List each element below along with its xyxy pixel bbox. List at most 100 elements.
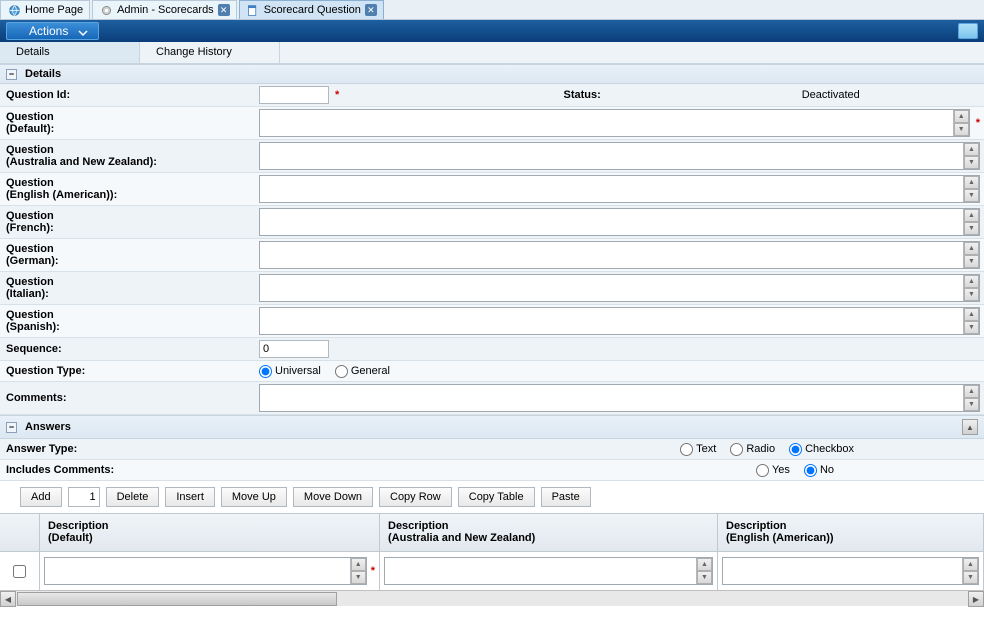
spin-up-icon[interactable]: ▲	[964, 308, 979, 321]
description-table: Description (Default) ▲▼ * Description (…	[0, 513, 984, 590]
gear-icon	[99, 3, 113, 17]
chevron-down-icon	[78, 27, 88, 41]
subtab-details[interactable]: Details	[0, 42, 140, 63]
scroll-thumb[interactable]	[17, 592, 337, 606]
spin-down-icon[interactable]: ▼	[964, 222, 979, 235]
label-answer-type: Answer Type:	[0, 439, 120, 459]
close-icon[interactable]: ✕	[218, 4, 230, 16]
row-checkbox[interactable]	[13, 565, 26, 578]
required-marker: *	[371, 565, 375, 577]
spin-up-icon[interactable]: ▲	[697, 558, 712, 571]
spin-down-icon[interactable]: ▼	[964, 288, 979, 301]
actions-label: Actions	[29, 24, 68, 38]
spin-up-icon[interactable]: ▲	[964, 209, 979, 222]
spin-up-icon[interactable]: ▲	[964, 242, 979, 255]
label-q-default: Question (Default):	[0, 107, 255, 139]
section-title: Details	[25, 68, 61, 80]
label-sequence: Sequence:	[0, 338, 255, 360]
label-q-en-us: Question (English (American)):	[0, 173, 255, 205]
document-icon	[246, 3, 260, 17]
add-button[interactable]: Add	[20, 487, 62, 507]
radio-qtype-universal[interactable]: Universal	[259, 365, 321, 378]
collapse-icon[interactable]: −	[6, 422, 17, 433]
col-header-en-us: Description (English (American))	[718, 514, 983, 552]
add-count-input[interactable]	[68, 487, 100, 507]
scroll-left-icon[interactable]: ◀	[0, 591, 16, 607]
row-q-en-us: Question (English (American)): ▲▼	[0, 173, 984, 206]
scroll-up-icon[interactable]: ▲	[962, 419, 978, 435]
radio-inc-yes[interactable]: Yes	[756, 464, 790, 477]
spin-up-icon[interactable]: ▲	[954, 110, 969, 123]
textarea-comments[interactable]: ▲▼	[259, 384, 980, 412]
label-includes-comments: Includes Comments:	[0, 460, 150, 480]
row-answer-type: Answer Type: Text Radio Checkbox	[0, 439, 984, 460]
panel-toggle[interactable]	[958, 23, 978, 39]
spin-down-icon[interactable]: ▼	[351, 571, 366, 584]
actions-menu-button[interactable]: Actions	[6, 22, 99, 40]
textarea-q-anz[interactable]: ▲▼	[259, 142, 980, 170]
tab-admin-scorecards[interactable]: Admin - Scorecards ✕	[92, 0, 237, 19]
row-q-default: Question (Default): ▲▼ *	[0, 107, 984, 140]
actions-bar: Actions	[0, 20, 984, 42]
movedown-button[interactable]: Move Down	[293, 487, 373, 507]
textarea-desc-default[interactable]: ▲▼	[44, 557, 367, 585]
radio-qtype-general[interactable]: General	[335, 365, 390, 378]
tab-label: Scorecard Question	[264, 4, 361, 16]
spin-up-icon[interactable]: ▲	[963, 558, 978, 571]
spin-down-icon[interactable]: ▼	[964, 156, 979, 169]
section-title: Answers	[25, 421, 71, 433]
row-sequence: Sequence:	[0, 338, 984, 361]
textarea-q-it[interactable]: ▲▼	[259, 274, 980, 302]
col-checkbox-header	[0, 514, 39, 552]
desc-toolbar: Add Delete Insert Move Up Move Down Copy…	[0, 481, 984, 513]
label-comments: Comments:	[0, 382, 255, 414]
row-question-id: Question Id: * Status: Deactivated	[0, 84, 984, 107]
paste-button[interactable]: Paste	[541, 487, 591, 507]
label-q-de: Question (German):	[0, 239, 255, 271]
insert-button[interactable]: Insert	[165, 487, 215, 507]
textarea-q-de[interactable]: ▲▼	[259, 241, 980, 269]
tab-home[interactable]: Home Page	[0, 0, 90, 19]
spin-down-icon[interactable]: ▼	[954, 123, 969, 136]
spin-up-icon[interactable]: ▲	[964, 275, 979, 288]
col-header-default: Description (Default)	[40, 514, 379, 552]
input-question-id[interactable]	[259, 86, 329, 104]
textarea-q-fr[interactable]: ▲▼	[259, 208, 980, 236]
radio-ans-text[interactable]: Text	[680, 443, 716, 456]
value-status: Deactivated	[678, 84, 984, 106]
row-q-it: Question (Italian): ▲▼	[0, 272, 984, 305]
spin-down-icon[interactable]: ▼	[697, 571, 712, 584]
globe-icon	[7, 3, 21, 17]
textarea-desc-en-us[interactable]: ▲▼	[722, 557, 979, 585]
radio-inc-no[interactable]: No	[804, 464, 834, 477]
spin-down-icon[interactable]: ▼	[964, 321, 979, 334]
spin-up-icon[interactable]: ▲	[351, 558, 366, 571]
moveup-button[interactable]: Move Up	[221, 487, 287, 507]
spin-down-icon[interactable]: ▼	[964, 255, 979, 268]
scroll-right-icon[interactable]: ▶	[968, 591, 984, 607]
spin-down-icon[interactable]: ▼	[964, 398, 979, 411]
spin-up-icon[interactable]: ▲	[964, 176, 979, 189]
textarea-q-en-us[interactable]: ▲▼	[259, 175, 980, 203]
radio-ans-checkbox[interactable]: Checkbox	[789, 443, 854, 456]
textarea-desc-anz[interactable]: ▲▼	[384, 557, 713, 585]
subtab-change-history[interactable]: Change History	[140, 42, 280, 63]
spin-down-icon[interactable]: ▼	[963, 571, 978, 584]
collapse-icon[interactable]: −	[6, 69, 17, 80]
tab-scorecard-question[interactable]: Scorecard Question ✕	[239, 0, 384, 19]
section-header-details: − Details	[0, 64, 984, 84]
label-q-it: Question (Italian):	[0, 272, 255, 304]
textarea-q-default[interactable]: ▲▼	[259, 109, 970, 137]
spin-up-icon[interactable]: ▲	[964, 143, 979, 156]
h-scrollbar[interactable]: ◀ ▶	[0, 590, 984, 606]
radio-ans-radio[interactable]: Radio	[730, 443, 775, 456]
close-icon[interactable]: ✕	[365, 4, 377, 16]
textarea-q-es[interactable]: ▲▼	[259, 307, 980, 335]
required-marker: *	[335, 89, 339, 101]
spin-down-icon[interactable]: ▼	[964, 189, 979, 202]
input-sequence[interactable]	[259, 340, 329, 358]
copytable-button[interactable]: Copy Table	[458, 487, 535, 507]
spin-up-icon[interactable]: ▲	[964, 385, 979, 398]
copyrow-button[interactable]: Copy Row	[379, 487, 452, 507]
delete-button[interactable]: Delete	[106, 487, 160, 507]
